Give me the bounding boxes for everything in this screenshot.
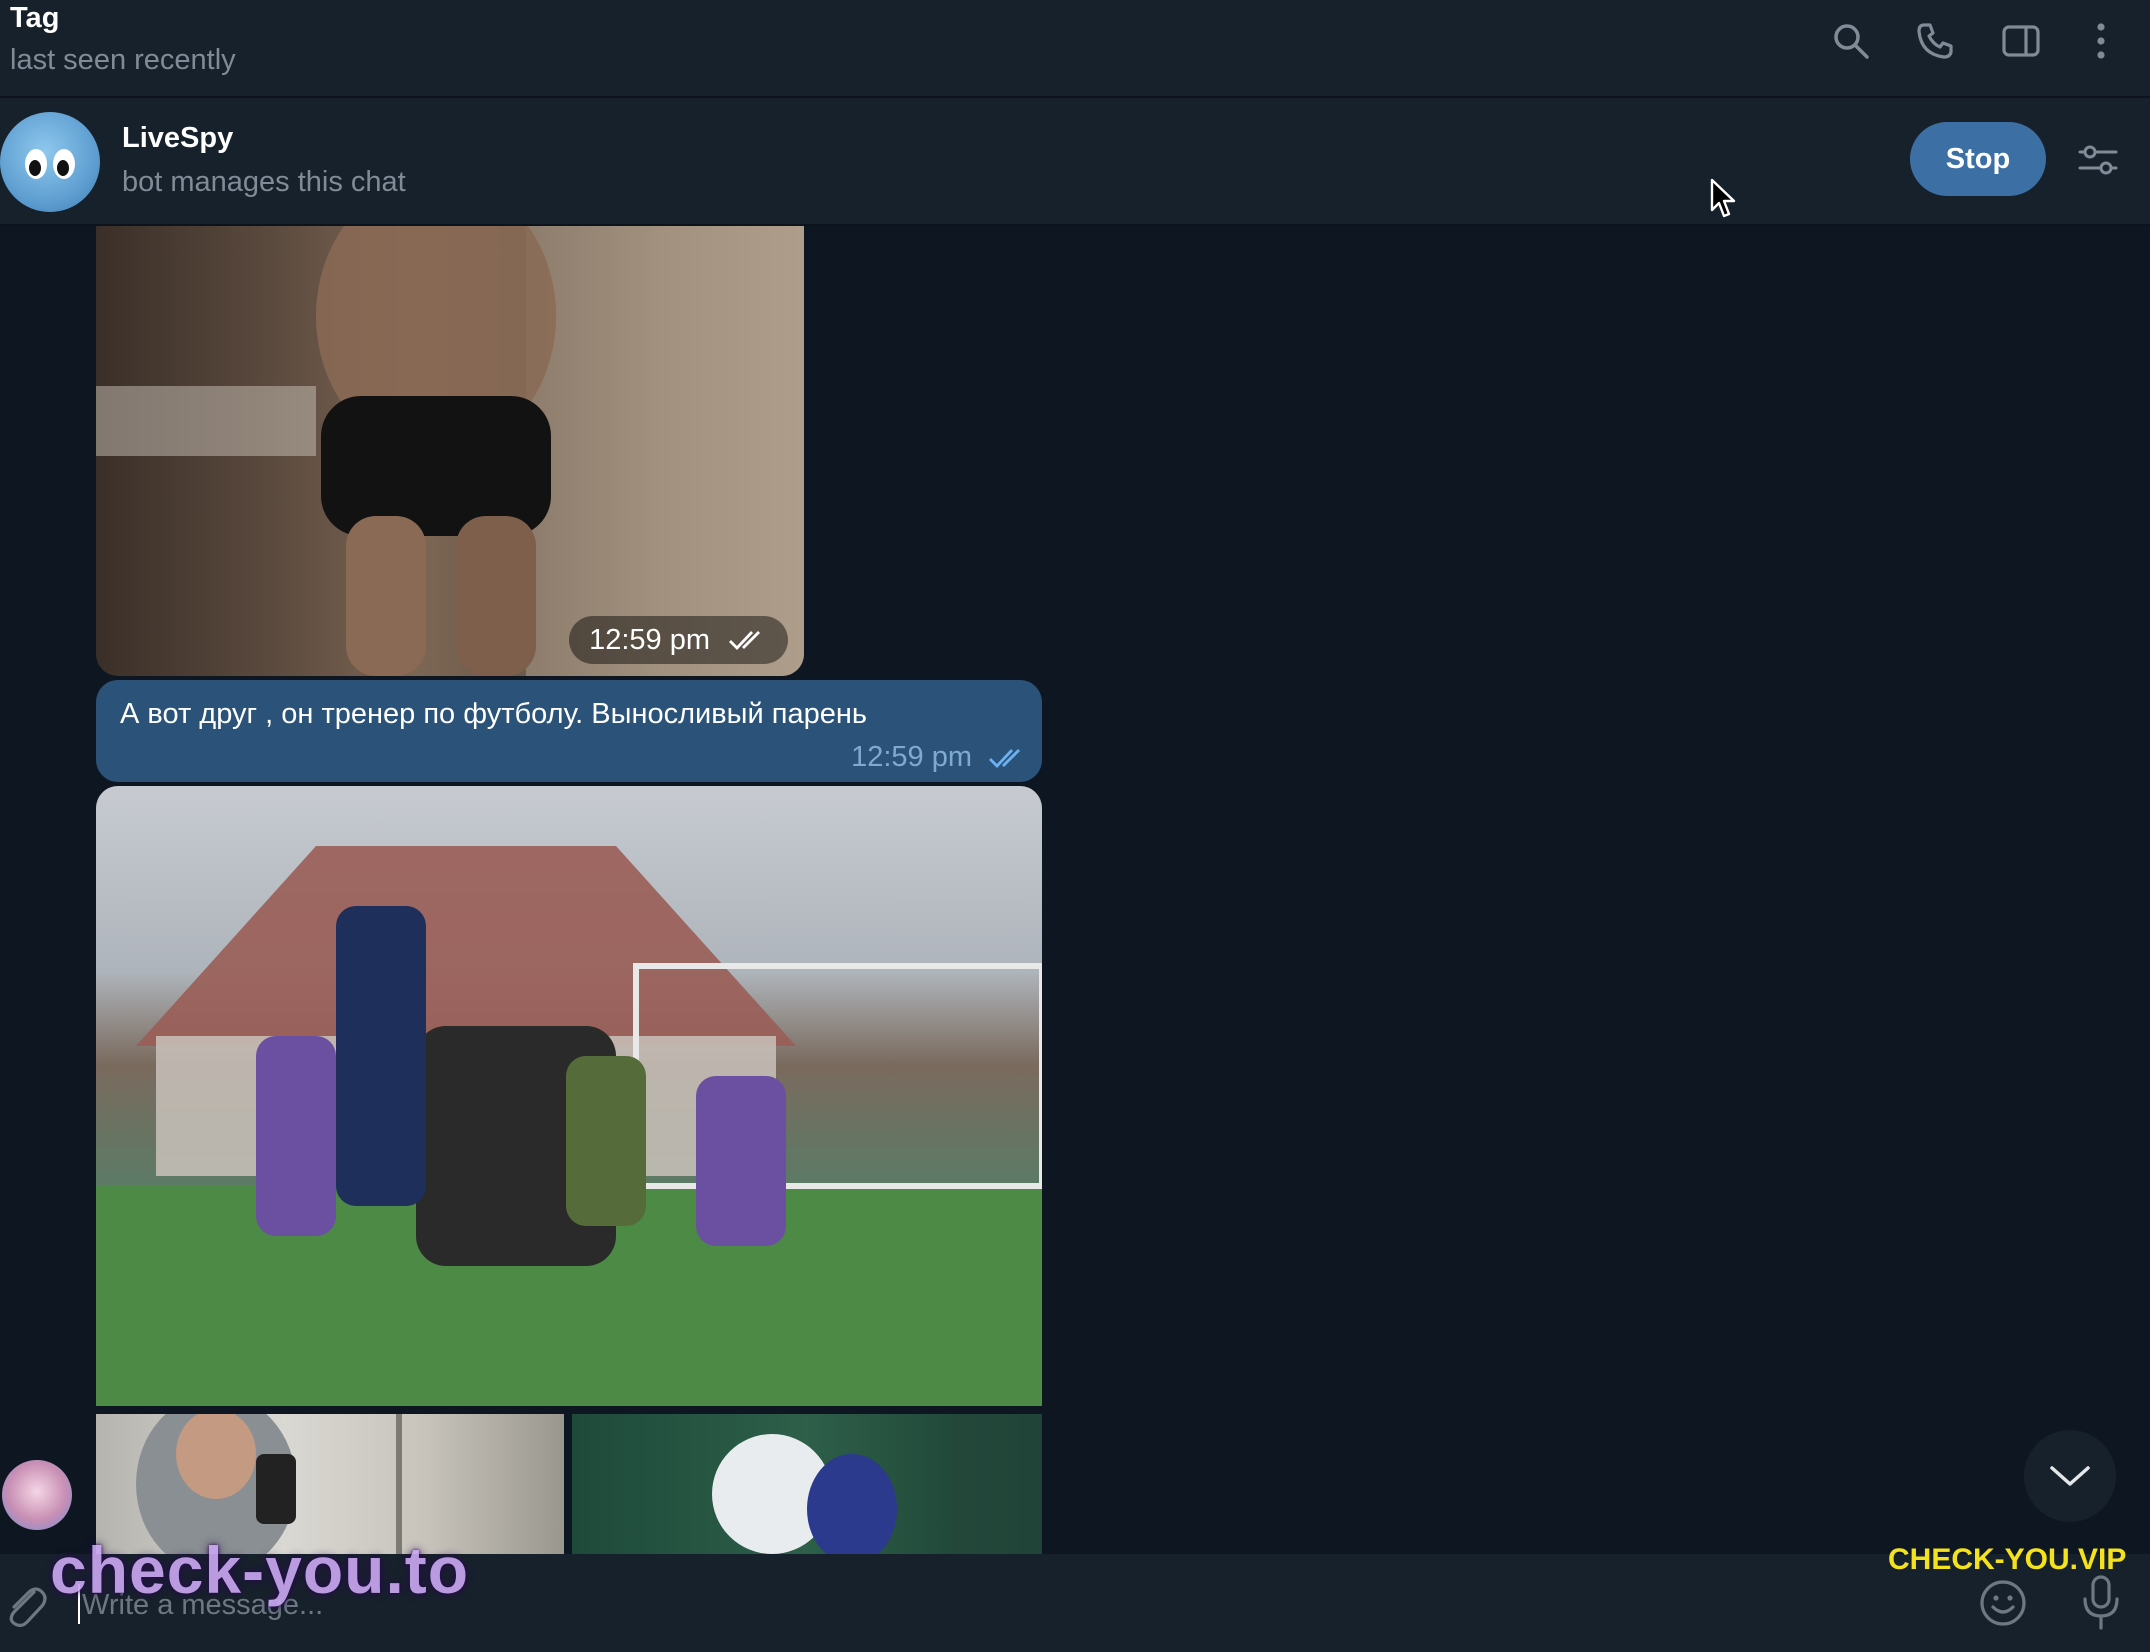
photo-image: [96, 226, 804, 676]
emoji-icon[interactable]: [1978, 1578, 2028, 1628]
photo-image: [712, 1414, 1042, 1554]
mouse-cursor: [1710, 178, 1738, 225]
message-time: 12:59 pm: [589, 623, 710, 656]
sidebar-toggle-icon[interactable]: [1996, 16, 2046, 66]
photo-message[interactable]: 12:59 pm: [96, 226, 804, 676]
message-meta: 12:59 pm: [851, 741, 1028, 774]
bot-manager-bar: LiveSpy bot manages this chat Stop: [0, 98, 2150, 226]
chat-header[interactable]: Tag last seen recently: [0, 0, 2150, 98]
telegram-chat-window: Tag last seen recently LiveSpy bot manag…: [0, 0, 2150, 1652]
paperclip-icon[interactable]: [0, 1580, 50, 1630]
sender-avatar[interactable]: [2, 1460, 72, 1530]
search-icon[interactable]: [1826, 16, 1876, 66]
text-message-bubble[interactable]: А вот друг , он тренер по футболу. Вынос…: [96, 680, 1042, 782]
message-time: 12:59 pm: [851, 741, 972, 773]
microphone-icon[interactable]: [2076, 1574, 2126, 1632]
photo-message[interactable]: [96, 786, 1042, 1406]
more-vertical-icon[interactable]: [2076, 16, 2126, 66]
double-check-icon: [729, 631, 760, 651]
album-photo-2[interactable]: [572, 1414, 1042, 1554]
bot-description: bot manages this chat: [122, 166, 406, 198]
watermark-left: check-you.to: [50, 1533, 470, 1607]
photo-image: [96, 846, 1042, 1406]
chevron-down-icon: [2050, 1466, 2090, 1486]
scroll-down-button[interactable]: [2024, 1430, 2116, 1522]
chat-status: last seen recently: [10, 44, 236, 76]
bot-name: LiveSpy: [122, 122, 234, 154]
watermark-right: CHECK-YOU.VIP: [1888, 1543, 2127, 1576]
double-check-icon: [989, 748, 1020, 768]
stop-button[interactable]: Stop: [1910, 122, 2046, 196]
eyes-icon: [25, 149, 75, 179]
message-text: А вот друг , он тренер по футболу. Вынос…: [120, 698, 867, 730]
settings-sliders-icon[interactable]: [2076, 138, 2120, 182]
chat-title[interactable]: Tag: [10, 2, 59, 35]
phone-icon[interactable]: [1910, 16, 1960, 66]
bot-avatar[interactable]: [0, 112, 100, 212]
message-time-pill: 12:59 pm: [569, 616, 788, 664]
